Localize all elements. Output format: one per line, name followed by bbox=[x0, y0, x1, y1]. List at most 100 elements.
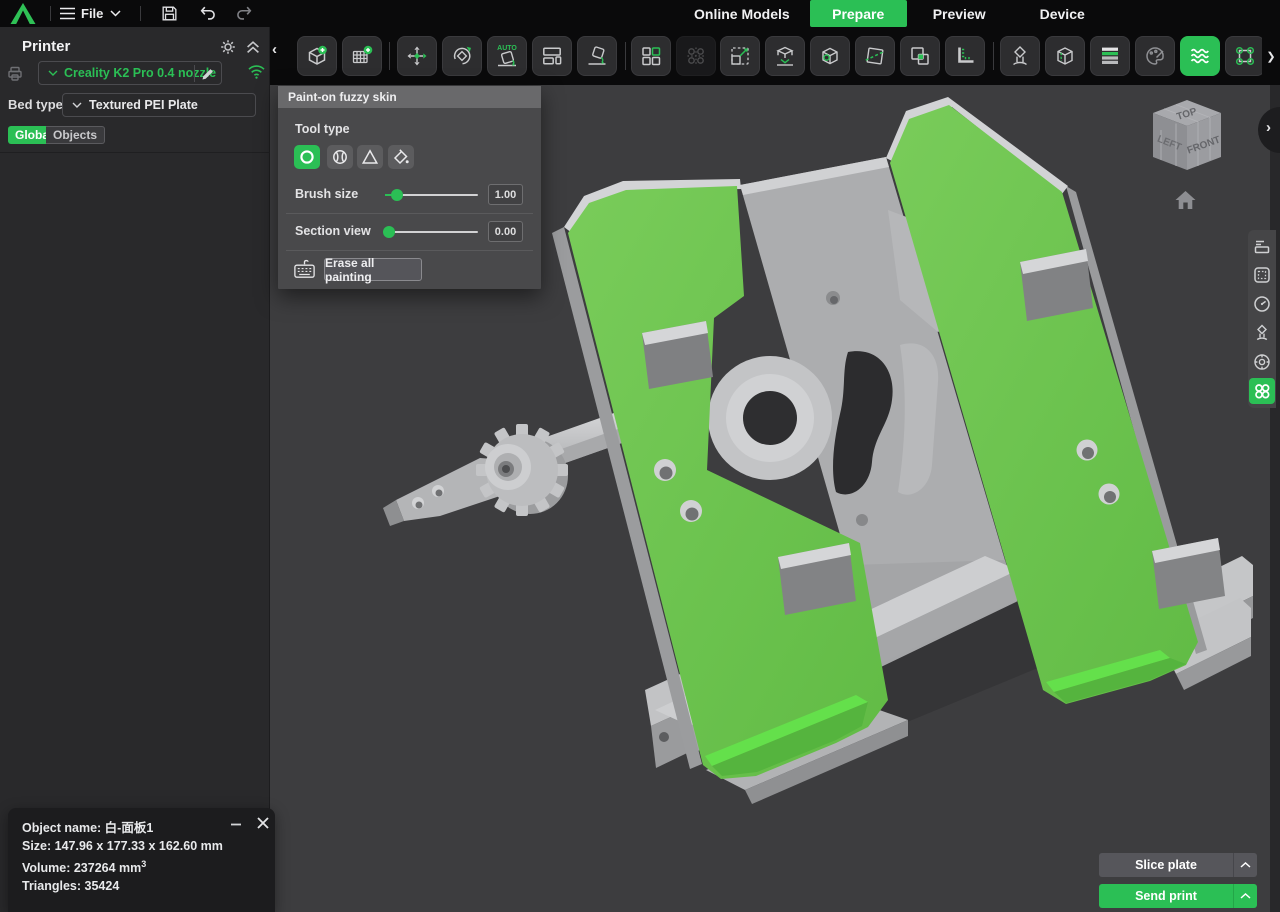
object-info-panel: Object name: 白-面板1 Size: 147.96 x 177.33… bbox=[8, 808, 275, 912]
machine-target-icon[interactable] bbox=[1249, 349, 1275, 375]
divider bbox=[286, 250, 533, 251]
toolbar-overflow-button[interactable]: ❯ bbox=[1262, 27, 1280, 85]
move-button[interactable] bbox=[397, 36, 437, 76]
divider bbox=[0, 152, 270, 153]
workspace-tabs: Online Models Prepare Preview Device bbox=[690, 0, 1089, 27]
view-cube[interactable]: TOP LEFT FRONT bbox=[1148, 96, 1226, 180]
add-model-button[interactable] bbox=[297, 36, 337, 76]
chevron-down-icon bbox=[72, 102, 82, 108]
divider bbox=[140, 6, 141, 21]
adaptive-corners-button[interactable] bbox=[1225, 36, 1265, 76]
boolean-button[interactable] bbox=[900, 36, 940, 76]
tab-device[interactable]: Device bbox=[1036, 6, 1089, 22]
divider bbox=[625, 42, 626, 70]
tab-prepare[interactable]: Prepare bbox=[810, 0, 907, 27]
creality-logo-icon bbox=[10, 3, 36, 24]
divider bbox=[286, 213, 533, 214]
layout-clover-icon[interactable] bbox=[1249, 378, 1275, 404]
measure-button[interactable] bbox=[945, 36, 985, 76]
seam-paint-button[interactable] bbox=[1045, 36, 1085, 76]
chevron-down-icon[interactable] bbox=[110, 10, 121, 17]
support-paint-button[interactable] bbox=[1000, 36, 1040, 76]
sphere-brush-button[interactable] bbox=[327, 145, 353, 169]
undo-icon[interactable] bbox=[198, 4, 218, 23]
file-menu[interactable]: File bbox=[81, 6, 103, 21]
wifi-icon[interactable] bbox=[247, 63, 266, 80]
erase-all-painting-button[interactable]: Erase all painting bbox=[324, 258, 422, 281]
right-panel-collapsed-strip bbox=[1270, 85, 1280, 912]
keyboard-shortcuts-icon[interactable] bbox=[291, 256, 318, 282]
divider bbox=[993, 42, 994, 70]
top-bar: File Online Models Prepare Preview Devic… bbox=[0, 0, 1280, 27]
send-print-label[interactable]: Send print bbox=[1099, 889, 1233, 903]
fuzzy-skin-paint-button[interactable] bbox=[1180, 36, 1220, 76]
triangle-brush-button[interactable] bbox=[357, 145, 383, 169]
send-options-chevron-icon[interactable] bbox=[1233, 884, 1257, 908]
close-icon[interactable] bbox=[254, 814, 272, 832]
scale-button[interactable] bbox=[720, 36, 760, 76]
collapse-panel-icon[interactable] bbox=[246, 40, 260, 54]
tool-type-label: Tool type bbox=[295, 122, 350, 136]
home-view-icon[interactable] bbox=[1174, 189, 1197, 211]
divider bbox=[50, 6, 51, 21]
section-view-value[interactable]: 0.00 bbox=[488, 221, 523, 242]
menu-icon[interactable] bbox=[60, 7, 75, 20]
object-volume: Volume: 237264 mm3 bbox=[22, 855, 275, 877]
arrange-button[interactable] bbox=[532, 36, 572, 76]
fuzzy-skin-panel: Paint-on fuzzy skin Tool type Brush size… bbox=[278, 86, 541, 289]
save-icon[interactable] bbox=[160, 4, 179, 23]
slice-plate-button[interactable]: Slice plate bbox=[1099, 853, 1257, 877]
section-view-slider[interactable] bbox=[385, 231, 478, 233]
section-view-label: Section view bbox=[295, 224, 371, 238]
send-print-button[interactable]: Send print bbox=[1099, 884, 1257, 908]
drop-to-bed-button[interactable] bbox=[765, 36, 805, 76]
tab-online-models[interactable]: Online Models bbox=[690, 6, 794, 22]
printer-panel: Printer Creality K2 Pro 0.4 nozzle Bed t… bbox=[0, 27, 270, 912]
gear-icon[interactable] bbox=[220, 39, 236, 55]
color-paint-button[interactable] bbox=[1135, 36, 1175, 76]
divider bbox=[389, 42, 390, 70]
redo-icon[interactable] bbox=[234, 4, 254, 23]
speed-gauge-icon[interactable] bbox=[1249, 291, 1275, 317]
brush-size-slider-knob[interactable] bbox=[391, 189, 403, 201]
section-view-slider-knob[interactable] bbox=[383, 226, 395, 238]
expand-right-panel-icon: › bbox=[1266, 119, 1271, 136]
object-triangles: Triangles: 35424 bbox=[22, 877, 275, 895]
brush-size-label: Brush size bbox=[295, 187, 358, 201]
bed-type-label: Bed type bbox=[8, 97, 63, 112]
add-plate-button[interactable] bbox=[342, 36, 382, 76]
bed-type-select[interactable]: Textured PEI Plate bbox=[62, 93, 256, 117]
auto-orient-button[interactable]: AUTO bbox=[487, 36, 527, 76]
height-range-button[interactable] bbox=[1090, 36, 1130, 76]
auto-label: AUTO bbox=[497, 45, 517, 52]
split-to-objects-button[interactable] bbox=[631, 36, 671, 76]
printer-select[interactable]: Creality K2 Pro 0.4 nozzle bbox=[38, 61, 222, 85]
brush-size-value[interactable]: 1.00 bbox=[488, 184, 523, 205]
bed-type-value: Textured PEI Plate bbox=[89, 98, 198, 112]
cut-button[interactable] bbox=[855, 36, 895, 76]
lay-on-face-button[interactable] bbox=[577, 36, 617, 76]
toolbar-collapse-icon[interactable]: ‹ bbox=[272, 41, 277, 58]
edit-pencil-icon[interactable] bbox=[201, 67, 215, 81]
slice-plate-label[interactable]: Slice plate bbox=[1099, 858, 1233, 872]
fuzzy-skin-panel-title[interactable]: Paint-on fuzzy skin bbox=[278, 86, 541, 108]
tab-preview[interactable]: Preview bbox=[929, 6, 990, 22]
chevron-down-icon bbox=[48, 70, 58, 76]
slice-options-chevron-icon[interactable] bbox=[1233, 853, 1257, 877]
fill-brush-button[interactable] bbox=[388, 145, 414, 169]
rotate-button[interactable] bbox=[442, 36, 482, 76]
support-view-icon[interactable] bbox=[1249, 320, 1275, 346]
hollow-button[interactable] bbox=[810, 36, 850, 76]
minimize-icon[interactable] bbox=[228, 816, 244, 832]
main-toolbar: ‹ AUTO bbox=[270, 27, 1280, 85]
scope-tab-objects[interactable]: Objects bbox=[46, 126, 105, 144]
printer-panel-title: Printer bbox=[22, 38, 70, 55]
view-options-toolbar bbox=[1248, 230, 1276, 408]
object-size: Size: 147.96 x 177.33 x 162.60 mm bbox=[22, 837, 275, 855]
assembly-button-disabled bbox=[676, 36, 716, 76]
creality-print-window: File Online Models Prepare Preview Devic… bbox=[0, 0, 1280, 912]
plate-settings-icon[interactable] bbox=[1249, 262, 1275, 288]
plate-list-icon[interactable] bbox=[1249, 233, 1275, 259]
divider bbox=[194, 65, 195, 82]
circle-brush-button[interactable] bbox=[294, 145, 320, 169]
